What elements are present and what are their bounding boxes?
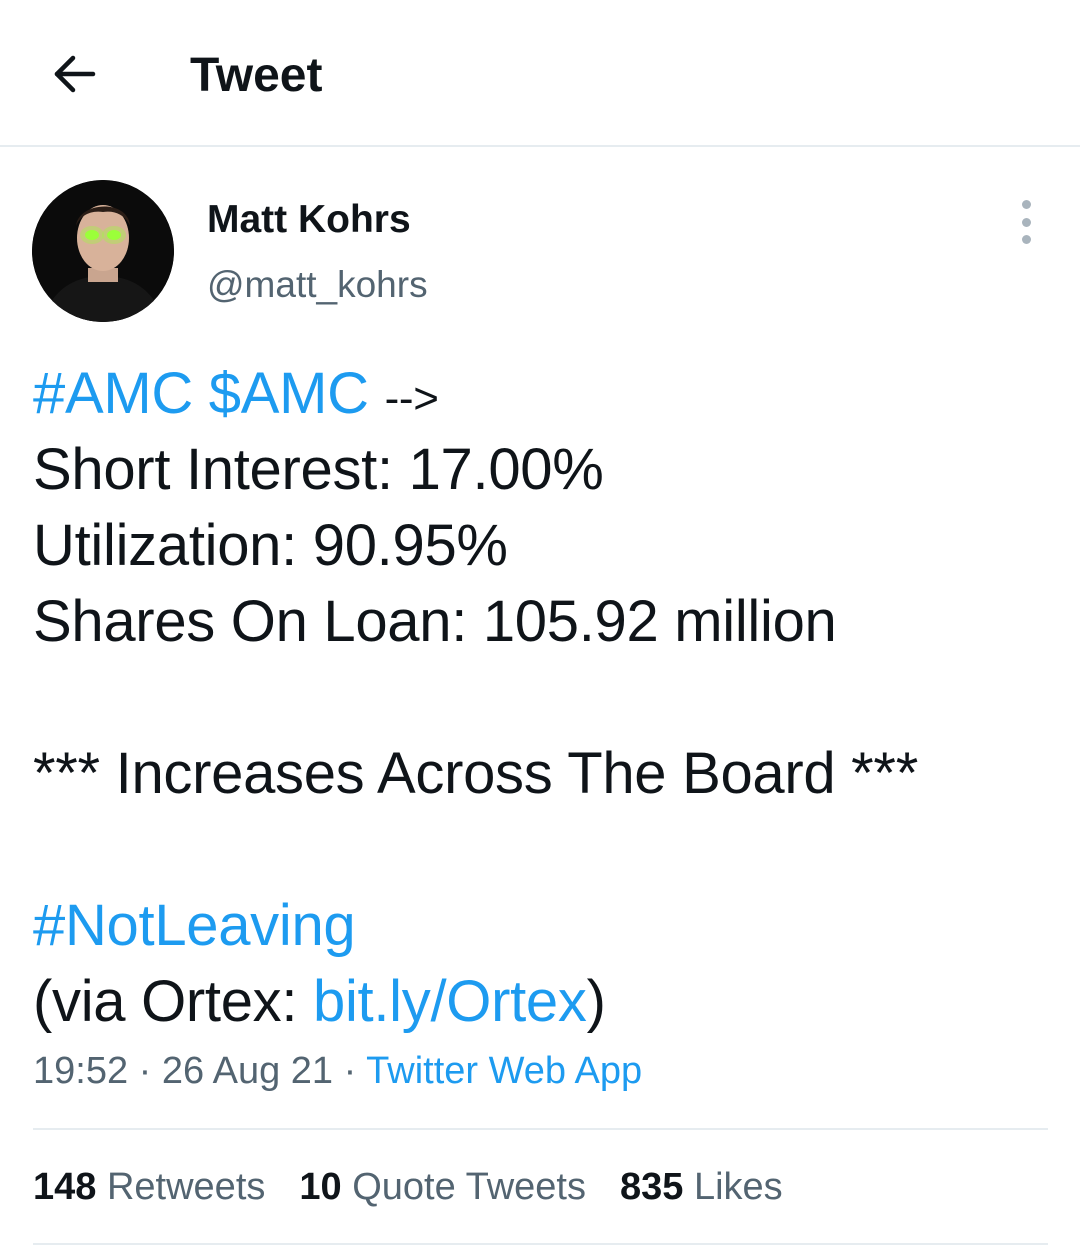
tweet-line-6: #NotLeaving <box>33 888 1043 964</box>
arrow-text: --> <box>384 374 439 423</box>
tweet-line-5: *** Increases Across The Board *** <box>33 741 918 806</box>
meta-separator: · <box>138 1050 152 1092</box>
quote-tweets-count: 10 <box>299 1166 342 1208</box>
likes-stat[interactable]: 835 Likes <box>620 1162 783 1212</box>
more-vertical-icon <box>1021 200 1031 209</box>
profile-photo <box>32 180 174 322</box>
tweet-stats: 148 Retweets 10 Quote Tweets 835 Likes <box>33 1162 817 1212</box>
quote-tweets-stat[interactable]: 10 Quote Tweets <box>299 1162 586 1212</box>
retweets-stat[interactable]: 148 Retweets <box>33 1162 265 1212</box>
via-suffix: ) <box>586 969 606 1034</box>
divider <box>33 1243 1048 1245</box>
tweet-line-3: Utilization: 90.95% <box>33 513 508 578</box>
divider <box>33 1128 1048 1130</box>
tweet-date[interactable]: 26 Aug 21 <box>162 1050 333 1092</box>
tweet-line-1: #AMC $AMC --> <box>33 356 1043 432</box>
author-handle[interactable]: @matt_kohrs <box>207 262 428 308</box>
via-prefix: (via Ortex: <box>33 969 313 1034</box>
top-bar: Tweet <box>0 0 1080 147</box>
retweets-label: Retweets <box>106 1166 266 1208</box>
likes-label: Likes <box>693 1166 783 1208</box>
tweet-line-7: (via Ortex: bit.ly/Ortex) <box>33 964 1043 1040</box>
more-vertical-icon-dot <box>1021 235 1031 244</box>
tweet-line-2: Short Interest: 17.00% <box>33 437 604 502</box>
tweet-source-link[interactable]: Twitter Web App <box>366 1050 642 1092</box>
hashtag-link[interactable]: #NotLeaving <box>33 893 356 958</box>
ortex-link[interactable]: bit.ly/Ortex <box>313 969 587 1034</box>
page-title: Tweet <box>190 49 323 102</box>
tweet-meta: 19:52 · 26 Aug 21 · Twitter Web App <box>33 1046 642 1096</box>
quote-tweets-label: Quote Tweets <box>352 1166 586 1208</box>
arrow-left-icon <box>54 55 96 93</box>
cashtag-link[interactable]: $AMC <box>209 361 369 426</box>
more-vertical-icon-dot <box>1021 217 1031 227</box>
likes-count: 835 <box>620 1166 684 1208</box>
tweet-time[interactable]: 19:52 <box>33 1050 128 1092</box>
tweet-line-4: Shares On Loan: 105.92 million <box>33 589 837 654</box>
tweet-text: #AMC $AMC --> Short Interest: 17.00% Uti… <box>33 356 1043 1040</box>
retweets-count: 148 <box>33 1166 97 1208</box>
avatar[interactable] <box>32 180 174 322</box>
back-button[interactable] <box>44 44 104 104</box>
hashtag-link[interactable]: #AMC <box>33 361 193 426</box>
meta-separator: · <box>343 1050 357 1092</box>
author-name[interactable]: Matt Kohrs <box>207 197 411 243</box>
more-options-button[interactable] <box>1006 200 1046 244</box>
